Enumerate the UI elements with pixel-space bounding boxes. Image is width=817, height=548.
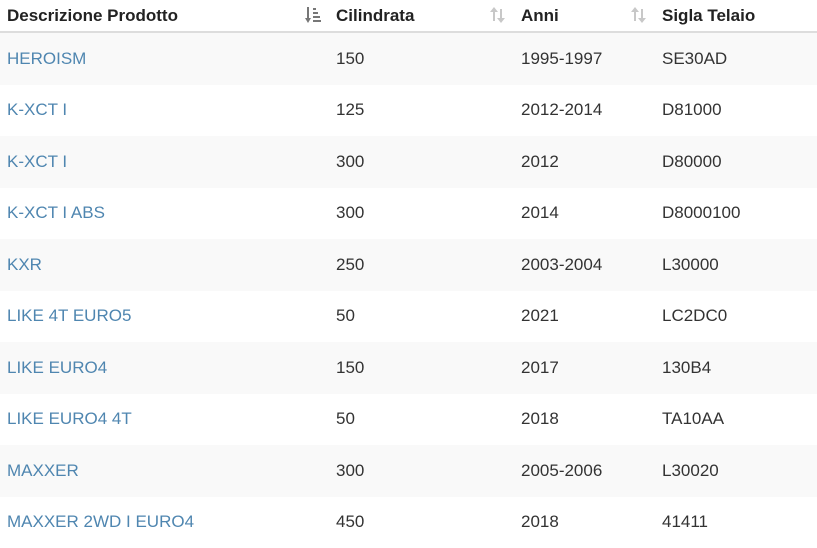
sigla-telaio-cell: 130B4 [655, 342, 817, 394]
product-link[interactable]: HEROISM [7, 49, 86, 68]
product-cell: LIKE EURO4 4T [0, 394, 329, 446]
table-row: K-XCT I 300 2012 D80000 [0, 136, 817, 188]
table-row: MAXXER 2WD I EURO4 450 2018 41411 [0, 497, 817, 548]
table-row: LIKE 4T EURO5 50 2021 LC2DC0 [0, 291, 817, 343]
product-cell: MAXXER 2WD I EURO4 [0, 497, 329, 548]
product-cell: LIKE EURO4 [0, 342, 329, 394]
product-link[interactable]: LIKE 4T EURO5 [7, 306, 131, 325]
sigla-telaio-cell: SE30AD [655, 32, 817, 85]
product-cell: K-XCT I [0, 85, 329, 137]
sigla-telaio-cell: TA10AA [655, 394, 817, 446]
sigla-telaio-cell: 41411 [655, 497, 817, 548]
anni-cell: 2005-2006 [514, 445, 655, 497]
anni-cell: 2017 [514, 342, 655, 394]
sigla-telaio-cell: LC2DC0 [655, 291, 817, 343]
anni-cell: 2021 [514, 291, 655, 343]
table-row: LIKE EURO4 150 2017 130B4 [0, 342, 817, 394]
product-link[interactable]: LIKE EURO4 4T [7, 409, 132, 428]
column-header-label: Descrizione Prodotto [7, 6, 178, 25]
product-link[interactable]: KXR [7, 255, 42, 274]
anni-cell: 1995-1997 [514, 32, 655, 85]
product-cell: LIKE 4T EURO5 [0, 291, 329, 343]
product-link[interactable]: LIKE EURO4 [7, 358, 107, 377]
anni-cell: 2003-2004 [514, 239, 655, 291]
sigla-telaio-cell: L30020 [655, 445, 817, 497]
product-cell: K-XCT I ABS [0, 188, 329, 240]
sigla-telaio-cell: L30000 [655, 239, 817, 291]
product-cell: HEROISM [0, 32, 329, 85]
anni-cell: 2012-2014 [514, 85, 655, 137]
cilindrata-cell: 50 [329, 394, 514, 446]
product-link[interactable]: K-XCT I ABS [7, 203, 105, 222]
cilindrata-cell: 150 [329, 32, 514, 85]
products-table: Descrizione Prodotto Cilindrata [0, 0, 817, 548]
sigla-telaio-cell: D80000 [655, 136, 817, 188]
table-row: MAXXER 300 2005-2006 L30020 [0, 445, 817, 497]
product-link[interactable]: K-XCT I [7, 100, 67, 119]
column-header-label: Anni [521, 6, 559, 25]
anni-cell: 2018 [514, 497, 655, 548]
table-row: LIKE EURO4 4T 50 2018 TA10AA [0, 394, 817, 446]
table-row: KXR 250 2003-2004 L30000 [0, 239, 817, 291]
table-row: HEROISM 150 1995-1997 SE30AD [0, 32, 817, 85]
anni-cell: 2012 [514, 136, 655, 188]
product-link[interactable]: MAXXER 2WD I EURO4 [7, 512, 194, 531]
column-header-sigla-telaio[interactable]: Sigla Telaio [655, 0, 817, 32]
cilindrata-cell: 300 [329, 445, 514, 497]
sort-amount-down-icon[interactable] [305, 5, 321, 25]
sigla-telaio-cell: D81000 [655, 85, 817, 137]
column-header-label: Sigla Telaio [662, 6, 755, 25]
column-header-cilindrata[interactable]: Cilindrata [329, 0, 514, 32]
column-header-descrizione[interactable]: Descrizione Prodotto [0, 0, 329, 32]
cilindrata-cell: 450 [329, 497, 514, 548]
cilindrata-cell: 250 [329, 239, 514, 291]
sigla-telaio-cell: D8000100 [655, 188, 817, 240]
product-cell: MAXXER [0, 445, 329, 497]
cilindrata-cell: 150 [329, 342, 514, 394]
cilindrata-cell: 125 [329, 85, 514, 137]
table-header-row: Descrizione Prodotto Cilindrata [0, 0, 817, 32]
cilindrata-cell: 300 [329, 188, 514, 240]
column-header-anni[interactable]: Anni [514, 0, 655, 32]
table-row: K-XCT I ABS 300 2014 D8000100 [0, 188, 817, 240]
table-row: K-XCT I 125 2012-2014 D81000 [0, 85, 817, 137]
sort-icon[interactable] [631, 5, 647, 25]
cilindrata-cell: 300 [329, 136, 514, 188]
column-header-label: Cilindrata [336, 6, 414, 25]
anni-cell: 2014 [514, 188, 655, 240]
sort-icon[interactable] [490, 5, 506, 25]
product-cell: KXR [0, 239, 329, 291]
product-link[interactable]: MAXXER [7, 461, 79, 480]
product-link[interactable]: K-XCT I [7, 152, 67, 171]
cilindrata-cell: 50 [329, 291, 514, 343]
anni-cell: 2018 [514, 394, 655, 446]
product-cell: K-XCT I [0, 136, 329, 188]
